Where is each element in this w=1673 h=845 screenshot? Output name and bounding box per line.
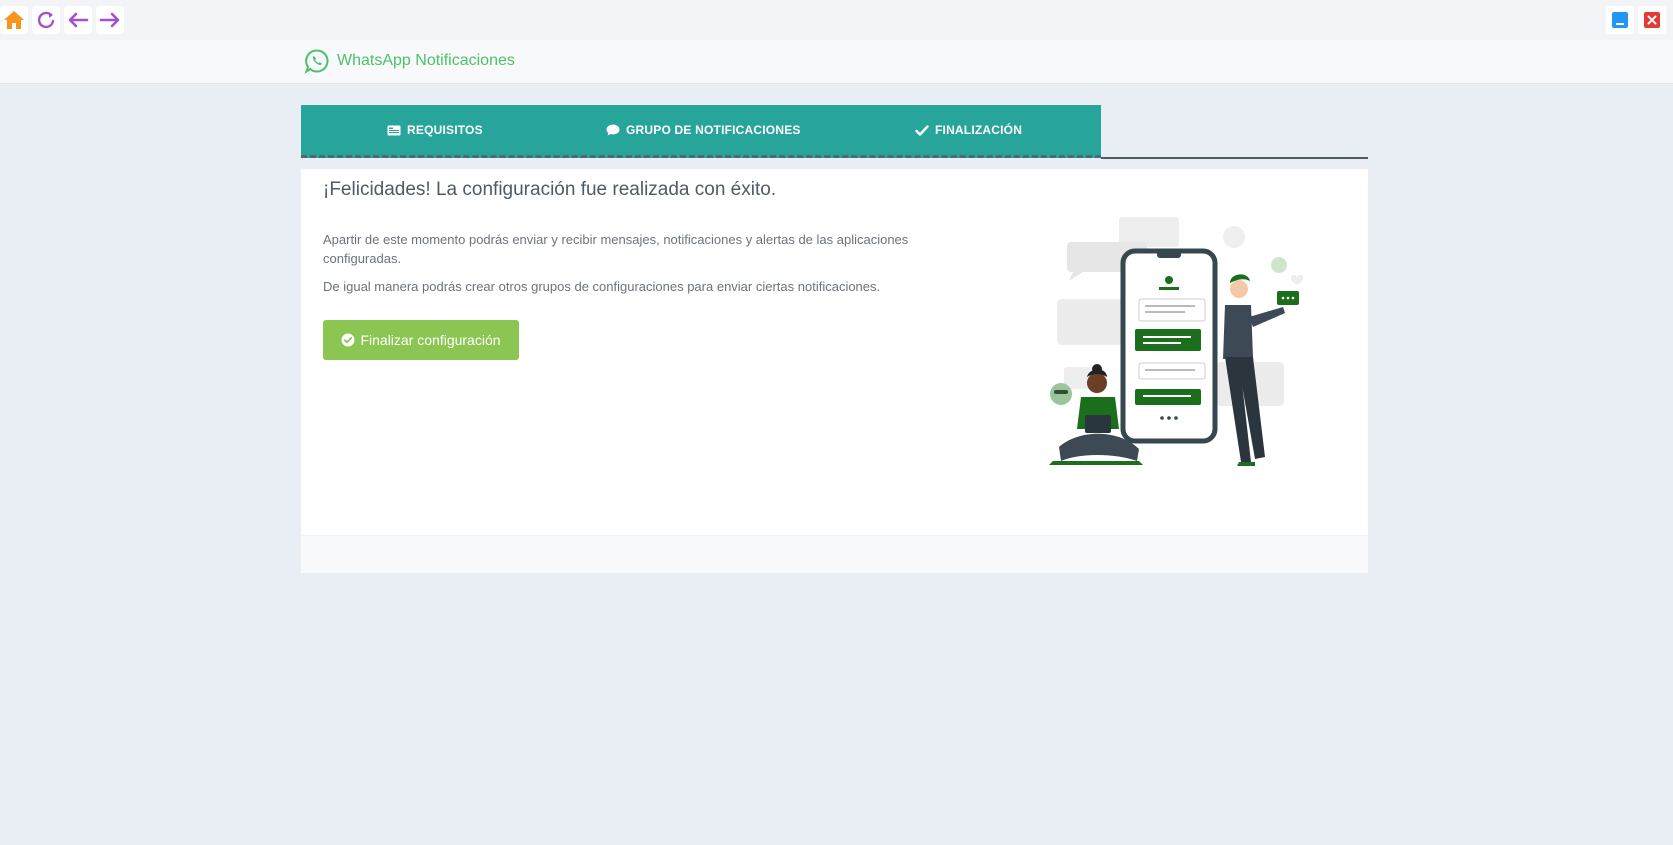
groups-message: De igual manera podrás crear otros grupo…	[323, 279, 881, 294]
app-header: WhatsApp Notificaciones	[0, 40, 1673, 84]
refresh-button[interactable]	[32, 6, 60, 34]
tab-label: FINALIZACIÓN	[935, 123, 1023, 137]
back-arrow-icon	[68, 12, 89, 28]
wizard-card: REQUISITOS GRUPO DE NOTIFICACIONES FINAL…	[301, 105, 1368, 573]
people-chatting-illustration	[1049, 217, 1303, 466]
success-message: Apartir de este momento podrás enviar y …	[323, 232, 909, 266]
refresh-icon	[37, 11, 55, 29]
forward-arrow-icon	[99, 12, 120, 28]
tab-requisitos[interactable]: REQUISITOS	[387, 105, 483, 155]
home-icon	[4, 11, 24, 29]
tab-label: REQUISITOS	[407, 123, 483, 137]
window-toolbar	[0, 0, 1673, 40]
whatsapp-icon	[304, 49, 329, 74]
tab-finalizacion[interactable]: FINALIZACIÓN	[915, 105, 1022, 155]
minimize-icon	[1612, 12, 1628, 28]
content-panel: ¡Felicidades! La configuración fue reali…	[301, 169, 1368, 535]
wizard-tabs: REQUISITOS GRUPO DE NOTIFICACIONES FINAL…	[301, 105, 1101, 158]
finish-button-label: Finalizar configuración	[360, 332, 501, 348]
comment-icon	[606, 124, 620, 136]
minimize-button[interactable]	[1606, 6, 1634, 34]
card-footer	[301, 535, 1368, 573]
app-title: WhatsApp Notificaciones	[337, 52, 515, 69]
close-icon	[1644, 12, 1660, 28]
forward-button[interactable]	[96, 6, 124, 34]
tab-grupo-de-notificaciones[interactable]: GRUPO DE NOTIFICACIONES	[606, 105, 801, 155]
check-circle-icon	[341, 333, 355, 347]
close-button[interactable]	[1638, 6, 1666, 34]
back-button[interactable]	[64, 6, 92, 34]
check-icon	[915, 124, 929, 136]
finish-configuration-button[interactable]: Finalizar configuración	[323, 320, 519, 360]
tab-label: GRUPO DE NOTIFICACIONES	[626, 123, 801, 137]
id-card-icon	[387, 125, 401, 135]
success-heading: ¡Felicidades! La configuración fue reali…	[323, 179, 777, 200]
app-brand[interactable]: WhatsApp Notificaciones	[304, 47, 515, 75]
tabs-underline	[1101, 157, 1368, 159]
home-button[interactable]	[0, 6, 28, 34]
